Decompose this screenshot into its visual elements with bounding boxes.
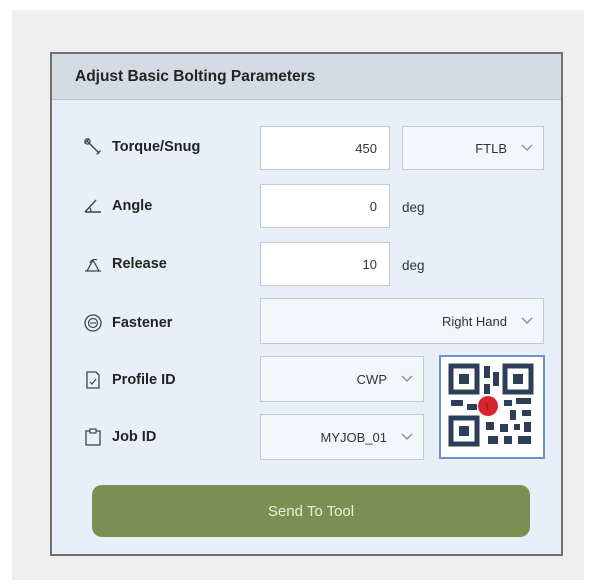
chevron-down-icon [521, 144, 533, 152]
torque-unit-dropdown[interactable]: FTLB [402, 126, 544, 170]
release-unit: deg [402, 258, 425, 273]
angle-unit: deg [402, 200, 425, 215]
chevron-down-icon [401, 375, 413, 383]
fastener-selected: Right Hand [441, 313, 507, 329]
release-arrow-icon [82, 253, 104, 275]
job-id-label: Job ID [82, 426, 156, 448]
torque-unit-selected: FTLB [475, 140, 507, 156]
angle-icon [82, 195, 104, 217]
fastener-icon [82, 312, 104, 334]
qr-code-scan-icon [448, 362, 536, 453]
wrench-icon [82, 136, 104, 158]
torque-input[interactable]: 450 [260, 126, 390, 170]
send-to-tool-button[interactable]: Send To Tool [92, 485, 530, 537]
torque-label: Torque/Snug [82, 136, 200, 158]
profile-id-label-text: Profile ID [112, 372, 176, 388]
release-label: Release [82, 253, 167, 275]
panel-title: Adjust Basic Bolting Parameters [75, 67, 316, 85]
profile-id-dropdown[interactable]: CWP [260, 356, 424, 402]
profile-id-selected: CWP [356, 371, 387, 387]
chevron-down-icon [521, 317, 533, 325]
profile-id-label: Profile ID [82, 369, 176, 391]
angle-input[interactable]: 0 [260, 184, 390, 228]
angle-label: Angle [82, 195, 152, 217]
job-id-dropdown[interactable]: MYJOB_01 [260, 414, 424, 460]
panel-header: Adjust Basic Bolting Parameters [52, 54, 561, 100]
torque-label-text: Torque/Snug [112, 139, 201, 155]
document-icon [82, 369, 104, 391]
clipboard-icon [82, 426, 104, 448]
fastener-label-text: Fastener [112, 315, 173, 331]
angle-label-text: Angle [112, 198, 153, 214]
bolting-parameters-panel: Adjust Basic Bolting Parameters Torque/S… [50, 52, 563, 556]
fastener-dropdown[interactable]: Right Hand [260, 298, 544, 344]
qr-code-scan-button[interactable] [439, 355, 545, 459]
job-id-selected: MYJOB_01 [320, 429, 387, 445]
chevron-down-icon [401, 433, 413, 441]
release-input[interactable]: 10 [260, 242, 390, 286]
release-label-text: Release [112, 256, 167, 272]
fastener-label: Fastener [82, 312, 172, 334]
job-id-label-text: Job ID [112, 429, 157, 445]
